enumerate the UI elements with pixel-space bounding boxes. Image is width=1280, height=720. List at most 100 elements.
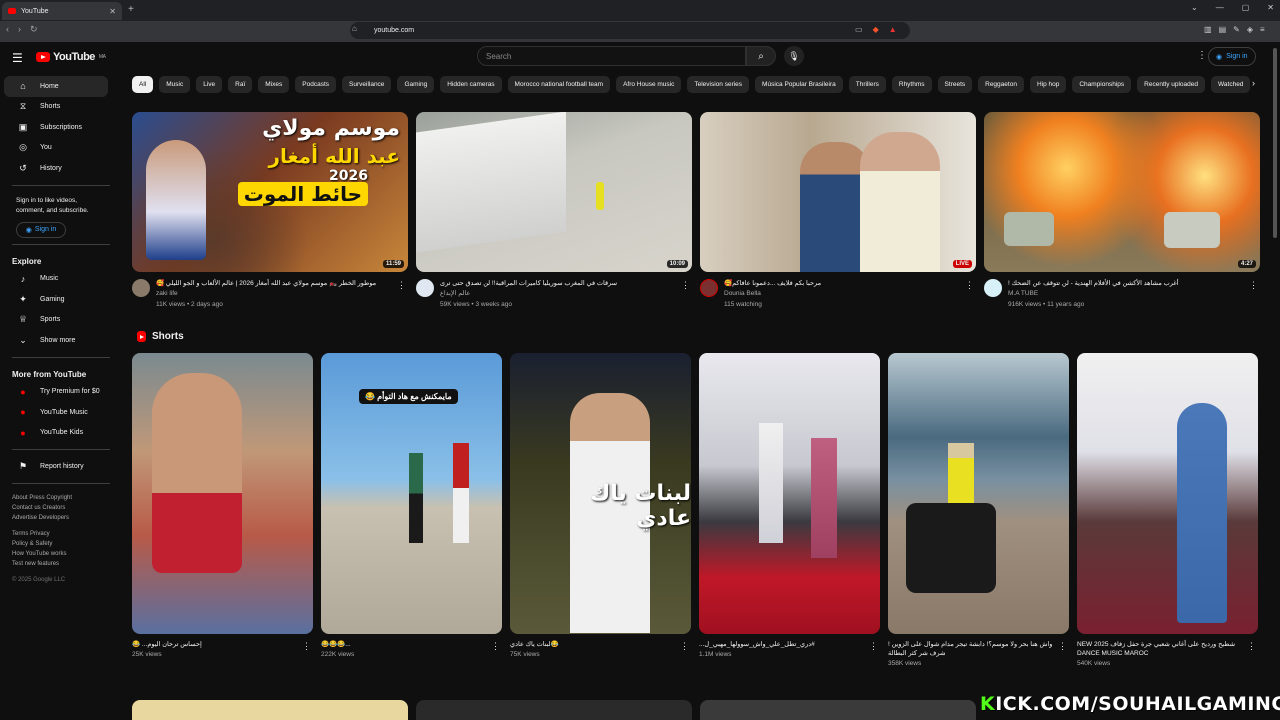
- channel-avatar[interactable]: [700, 279, 718, 297]
- settings-more-icon[interactable]: ⋮: [1197, 50, 1207, 61]
- short-thumbnail[interactable]: [699, 353, 880, 634]
- filter-chip[interactable]: Afro House music: [616, 76, 682, 93]
- video-card[interactable]: LIVE مرحبا بكم فلايف ...دعمونا عافاكم🥰 D…: [700, 112, 976, 310]
- sidebar-item-subscriptions[interactable]: ▣ Subscriptions: [4, 117, 108, 138]
- browser-tab[interactable]: YouTube ✕: [2, 2, 122, 20]
- short-card[interactable]: مايمكنش مع هاد التوأم 😂 😂😂😂... 222K view…: [321, 353, 502, 670]
- short-thumbnail[interactable]: [888, 353, 1069, 634]
- sidebar-item-youtube-kids[interactable]: ● YouTube Kids: [4, 423, 108, 444]
- video-title[interactable]: مرحبا بكم فلايف ...دعمونا عافاكم🥰: [724, 279, 962, 288]
- video-title[interactable]: سرقات في المغرب سوريليا كاميرات المراقبة…: [440, 279, 678, 288]
- short-menu-icon[interactable]: ⋮: [1058, 641, 1067, 652]
- short-menu-icon[interactable]: ⋮: [869, 641, 878, 652]
- video-card[interactable]: 4:27 أغرب مشاهد الأكشن في الأفلام الهندي…: [984, 112, 1260, 310]
- filter-chip[interactable]: Hidden cameras: [440, 76, 502, 93]
- short-menu-icon[interactable]: ⋮: [1247, 641, 1256, 652]
- video-thumbnail[interactable]: موسم مولاي عبد الله أمغار 2026 حائط المو…: [132, 112, 408, 272]
- channel-name[interactable]: M.A TUBE: [1008, 288, 1246, 299]
- search-input[interactable]: Search: [477, 46, 746, 66]
- filter-chip[interactable]: Raï: [228, 76, 253, 93]
- video-title[interactable]: أغرب مشاهد الأكشن في الأفلام الهندية - ل…: [1008, 279, 1246, 288]
- short-title[interactable]: 😂😂😂...: [321, 640, 488, 649]
- tab-search-icon[interactable]: ⌄: [1191, 3, 1198, 12]
- cast-icon[interactable]: ▭: [855, 25, 863, 34]
- short-title[interactable]: ...دري_تطل_علي_واش_سوولها_مهبي_ل#: [699, 640, 866, 649]
- brave-shield-icon[interactable]: ◆: [873, 25, 879, 34]
- filter-chip[interactable]: Music: [159, 76, 191, 93]
- channel-avatar[interactable]: [984, 279, 1002, 297]
- video-thumbnail[interactable]: 10:09: [416, 112, 692, 272]
- sidebar-item-youtube-music[interactable]: ● YouTube Music: [4, 402, 108, 423]
- sidebar-item-music[interactable]: ♪ Music: [4, 269, 108, 290]
- short-title[interactable]: 😂 ...إحساس ترحان اليوم: [132, 640, 299, 649]
- bookmark-icon[interactable]: ⌂: [352, 24, 357, 33]
- video-thumbnail[interactable]: [416, 700, 692, 720]
- video-menu-icon[interactable]: ⋮: [681, 280, 690, 291]
- filter-chip[interactable]: Streets: [937, 76, 973, 93]
- forward-icon[interactable]: ›: [18, 24, 21, 35]
- new-tab-icon[interactable]: +: [128, 4, 134, 15]
- video-thumbnail[interactable]: 4:27: [984, 112, 1260, 272]
- channel-avatar[interactable]: [132, 279, 150, 297]
- short-card[interactable]: 😂 ...إحساس ترحان اليوم 25K views ⋮: [132, 353, 313, 670]
- short-card[interactable]: واش هنا بحر ولا موسم؟! دابشة تيجر مدام ش…: [888, 353, 1069, 670]
- rewards-icon[interactable]: ▲: [889, 25, 897, 34]
- filter-chip[interactable]: All: [132, 76, 154, 93]
- short-card[interactable]: ...دري_تطل_علي_واش_سوولها_مهبي_ل# 1.1M v…: [699, 353, 880, 670]
- sidebar-toggle-icon[interactable]: ▥: [1204, 25, 1212, 34]
- video-menu-icon[interactable]: ⋮: [397, 280, 406, 291]
- footer-links-4[interactable]: Terms Privacy: [12, 529, 110, 539]
- filter-chip[interactable]: Watched: [1211, 76, 1251, 93]
- filter-chip[interactable]: Surveillance: [342, 76, 392, 93]
- video-card[interactable]: 10:09 سرقات في المغرب سوريليا كاميرات ال…: [416, 112, 692, 310]
- short-title[interactable]: لبنات ياك عادي😂: [510, 640, 677, 649]
- filter-chip[interactable]: Live: [196, 76, 223, 93]
- back-icon[interactable]: ‹: [6, 24, 9, 35]
- video-thumbnail[interactable]: [700, 700, 976, 720]
- footer-links-2[interactable]: Contact us Creators: [12, 503, 110, 513]
- vpn-icon[interactable]: ◈: [1247, 25, 1253, 34]
- channel-name[interactable]: عالم الإبداع: [440, 288, 678, 299]
- channel-name[interactable]: zaki life: [156, 288, 394, 299]
- filter-chip[interactable]: Television series: [687, 76, 750, 93]
- filter-chip[interactable]: Morocco national football team: [507, 76, 611, 93]
- filter-chip[interactable]: Hip hop: [1029, 76, 1067, 93]
- youtube-logo[interactable]: YouTube MA: [36, 51, 106, 63]
- filter-chip[interactable]: Thrillers: [848, 76, 886, 93]
- footer-links-3[interactable]: Advertise Developers: [12, 513, 110, 523]
- short-title[interactable]: واش هنا بحر ولا موسم؟! دابشة تيجر مدام ش…: [888, 640, 1055, 658]
- sidebar-item-you[interactable]: ◎ You: [4, 138, 108, 159]
- short-menu-icon[interactable]: ⋮: [491, 641, 500, 652]
- page-scrollbar[interactable]: [1273, 48, 1277, 238]
- footer-links-5[interactable]: Policy & Safety: [12, 539, 110, 549]
- signin-button[interactable]: ◉ Sign in: [1208, 47, 1256, 66]
- tab-close-icon[interactable]: ✕: [109, 7, 116, 16]
- sidebar-item-report-history[interactable]: ⚑ Report history: [4, 456, 108, 477]
- filter-chip[interactable]: Rhythms: [891, 76, 932, 93]
- sidebar-item-sports[interactable]: ♕ Sports: [4, 310, 108, 331]
- sidebar-signin-button[interactable]: ◉ Sign in: [16, 221, 66, 238]
- video-card[interactable]: موسم مولاي عبد الله أمغار 2026 حائط المو…: [132, 112, 408, 310]
- short-card[interactable]: NEW 2025 شطيح ورديح على أغاني شعبي جرة ح…: [1077, 353, 1258, 670]
- sidebar-item-shorts[interactable]: ⧖ Shorts: [4, 97, 108, 118]
- filter-chip[interactable]: Mixes: [258, 76, 290, 93]
- sidebar-item-show-more[interactable]: ⌄ Show more: [4, 330, 108, 351]
- footer-links-7[interactable]: Test new features: [12, 559, 110, 569]
- short-thumbnail[interactable]: [132, 353, 313, 634]
- filter-chip[interactable]: Recently uploaded: [1137, 76, 1206, 93]
- filter-chip[interactable]: Gaming: [397, 76, 435, 93]
- reload-icon[interactable]: ↻: [30, 24, 38, 35]
- minimize-icon[interactable]: —: [1216, 3, 1224, 12]
- filter-chip[interactable]: Música Popular Brasileira: [755, 76, 843, 93]
- extensions-icon[interactable]: ✎: [1233, 25, 1240, 34]
- wallet-icon[interactable]: ▤: [1219, 25, 1227, 34]
- short-thumbnail[interactable]: [1077, 353, 1258, 634]
- video-menu-icon[interactable]: ⋮: [1249, 280, 1258, 291]
- short-card[interactable]: لبنات ياك عادي لبنات ياك عادي😂 75K views…: [510, 353, 691, 670]
- short-title[interactable]: NEW 2025 شطيح ورديح على أغاني شعبي جرة ح…: [1077, 640, 1244, 658]
- short-thumbnail[interactable]: لبنات ياك عادي: [510, 353, 691, 634]
- search-button[interactable]: ⌕: [746, 46, 776, 66]
- video-title[interactable]: موطور الخطر 🏍️ موسم مولاي عبد الله أمغار…: [156, 279, 394, 288]
- filter-chip[interactable]: Podcasts: [295, 76, 337, 93]
- channel-avatar[interactable]: [416, 279, 434, 297]
